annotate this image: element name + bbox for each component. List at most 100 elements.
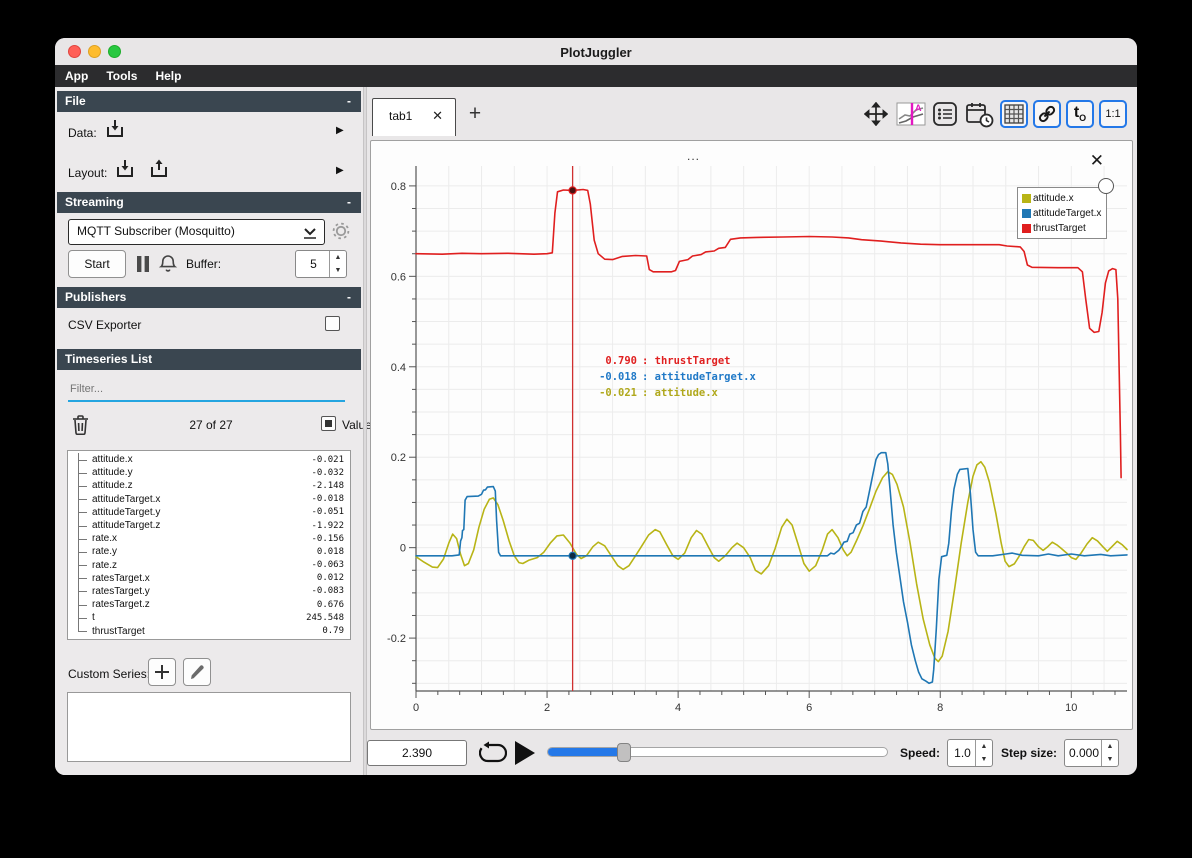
streaming-source-select[interactable]: MQTT Subscriber (Mosquitto) xyxy=(68,219,325,245)
timeseries-row-t[interactable]: t 245.548 xyxy=(68,611,350,624)
add-tab-button[interactable]: + xyxy=(463,102,487,126)
current-time-input[interactable] xyxy=(367,740,467,766)
pause-icon[interactable] xyxy=(134,255,152,273)
spin-down-icon[interactable]: ▼ xyxy=(976,753,992,766)
sidebar-splitter[interactable] xyxy=(363,87,367,775)
timeseries-row-ratesTarget.z[interactable]: ratesTarget.z 0.676 xyxy=(68,598,350,611)
spin-up-icon[interactable]: ▲ xyxy=(1102,740,1118,753)
tab-close-icon[interactable]: ✕ xyxy=(432,108,443,124)
speed-spinbox[interactable]: 1.0 ▲ ▼ xyxy=(947,739,993,767)
timeseries-row-attitude.z[interactable]: attitude.z -2.148 xyxy=(68,479,350,492)
move-tool-button[interactable] xyxy=(862,100,890,128)
list-icon xyxy=(933,102,957,126)
timeseries-row-attitudeTarget.z[interactable]: attitudeTarget.z -1.922 xyxy=(68,519,350,532)
spin-down-icon[interactable]: ▼ xyxy=(1102,753,1118,766)
edit-custom-series-button[interactable] xyxy=(183,658,211,686)
timeseries-section-header[interactable]: Timeseries List xyxy=(57,349,361,370)
plot-title: ... xyxy=(687,149,701,163)
timeseries-row-rate.z[interactable]: rate.z -0.063 xyxy=(68,559,350,572)
plot-legend[interactable]: attitude.x attitudeTarget.x thrustTarget xyxy=(1017,187,1107,239)
grid-layout-button[interactable] xyxy=(1000,100,1028,128)
cursor-marker xyxy=(568,186,577,195)
loop-playback-button[interactable] xyxy=(479,740,507,766)
timeseries-row-ratesTarget.x[interactable]: ratesTarget.x 0.012 xyxy=(68,572,350,585)
filter-input[interactable] xyxy=(68,378,349,400)
window-title: PlotJuggler xyxy=(560,45,632,60)
series-name: attitudeTarget.z xyxy=(92,520,161,532)
trash-icon[interactable] xyxy=(71,414,90,435)
load-data-icon[interactable] xyxy=(103,117,127,141)
layout-menu-arrow-icon[interactable]: ▶ xyxy=(336,165,344,176)
curve-tracker-button[interactable]: A xyxy=(895,100,926,128)
save-layout-icon[interactable] xyxy=(147,157,171,181)
collapse-icon[interactable]: - xyxy=(347,192,351,213)
collapse-icon[interactable]: - xyxy=(347,287,351,308)
ratio-1-1-button[interactable]: 1:1 xyxy=(1099,100,1127,128)
menu-item-app[interactable]: App xyxy=(65,69,88,83)
plot-close-icon[interactable]: ✕ xyxy=(1090,151,1104,171)
series-value: 0.79 xyxy=(322,626,344,637)
plot-widget[interactable]: ... ✕ 0 2 4 6 8 10 0.8 0.6 0.4 0.2 0 -0.2 0.790: thr… xyxy=(370,140,1133,730)
legend-item[interactable]: thrustTarget xyxy=(1022,221,1102,236)
custom-series-list[interactable] xyxy=(67,692,351,762)
time-origin-button[interactable]: tO xyxy=(1066,100,1094,128)
spin-arrows[interactable]: ▲ ▼ xyxy=(975,740,992,766)
tracker-value: -0.018 xyxy=(599,371,637,383)
tab-tab1[interactable]: tab1 ✕ xyxy=(372,98,456,136)
timeseries-row-rate.y[interactable]: rate.y 0.018 xyxy=(68,545,350,558)
add-custom-series-button[interactable] xyxy=(148,658,176,686)
legend-handle-icon[interactable] xyxy=(1098,178,1114,194)
sidebar: File - Data: ▶ Layout: ▶ Streaming - MQT… xyxy=(55,87,378,775)
load-layout-icon[interactable] xyxy=(113,157,137,181)
data-menu-arrow-icon[interactable]: ▶ xyxy=(336,125,344,136)
notifications-bell-icon[interactable] xyxy=(158,253,178,274)
series-value: -0.083 xyxy=(311,586,344,597)
series-name: rate.x xyxy=(92,533,118,545)
loop-icon xyxy=(479,741,507,763)
menu-item-help[interactable]: Help xyxy=(155,69,181,83)
streaming-section-header[interactable]: Streaming - xyxy=(57,192,361,213)
spin-down-icon[interactable]: ▼ xyxy=(330,264,346,277)
spin-arrows[interactable]: ▲ ▼ xyxy=(1101,740,1118,766)
app-window: PlotJuggler App Tools Help File - Data: ▶ … xyxy=(55,38,1137,775)
time-slider[interactable] xyxy=(547,743,888,762)
series-attitudeTarget.x xyxy=(415,451,1128,685)
series-value: -1.922 xyxy=(311,520,344,531)
timeseries-row-rate.x[interactable]: rate.x -0.156 xyxy=(68,532,350,545)
play-button[interactable] xyxy=(515,741,535,765)
chevron-down-icon xyxy=(304,228,316,239)
csv-exporter-checkbox[interactable] xyxy=(325,316,340,331)
datetime-button[interactable] xyxy=(964,100,995,128)
legend-item[interactable]: attitude.x xyxy=(1022,191,1102,206)
timeseries-tree-box[interactable]: attitude.x -0.021 attitude.y -0.032 attitude… xyxy=(67,450,351,640)
timeseries-list: attitude.x -0.021 attitude.y -0.032 attitude… xyxy=(68,453,350,638)
collapse-icon[interactable]: - xyxy=(347,91,351,112)
spin-up-icon[interactable]: ▲ xyxy=(330,251,346,264)
publishers-section-header[interactable]: Publishers - xyxy=(57,287,361,308)
timeseries-row-ratesTarget.y[interactable]: ratesTarget.y -0.083 xyxy=(68,585,350,598)
menu-item-tools[interactable]: Tools xyxy=(106,69,137,83)
filter-underline xyxy=(68,400,345,402)
slider-fill xyxy=(548,748,625,756)
slider-handle[interactable] xyxy=(617,743,632,762)
spin-up-icon[interactable]: ▲ xyxy=(976,740,992,753)
timeseries-row-attitudeTarget.x[interactable]: attitudeTarget.x -0.018 xyxy=(68,493,350,506)
legend-item[interactable]: attitudeTarget.x xyxy=(1022,206,1102,221)
timeseries-row-attitude.y[interactable]: attitude.y -0.032 xyxy=(68,466,350,479)
list-view-button[interactable] xyxy=(931,100,959,128)
file-section-title: File xyxy=(65,94,86,108)
spin-arrows[interactable]: ▲ ▼ xyxy=(329,251,346,277)
values-checkbox[interactable] xyxy=(321,416,336,431)
start-streaming-button[interactable]: Start xyxy=(68,250,126,278)
link-axes-button[interactable] xyxy=(1033,100,1061,128)
timeseries-row-attitudeTarget.y[interactable]: attitudeTarget.y -0.051 xyxy=(68,506,350,519)
step-size-value: 0.000 xyxy=(1068,746,1100,760)
file-section-header[interactable]: File - xyxy=(57,91,361,112)
timeseries-row-thrustTarget[interactable]: thrustTarget 0.79 xyxy=(68,624,350,637)
streaming-settings-gear-icon[interactable] xyxy=(331,221,351,241)
timeseries-row-attitude.x[interactable]: attitude.x -0.021 xyxy=(68,453,350,466)
timeseries-section-title: Timeseries List xyxy=(65,352,153,366)
series-name: attitude.z xyxy=(92,480,133,492)
step-size-spinbox[interactable]: 0.000 ▲ ▼ xyxy=(1064,739,1119,767)
buffer-spinbox[interactable]: 5 ▲ ▼ xyxy=(295,250,347,278)
